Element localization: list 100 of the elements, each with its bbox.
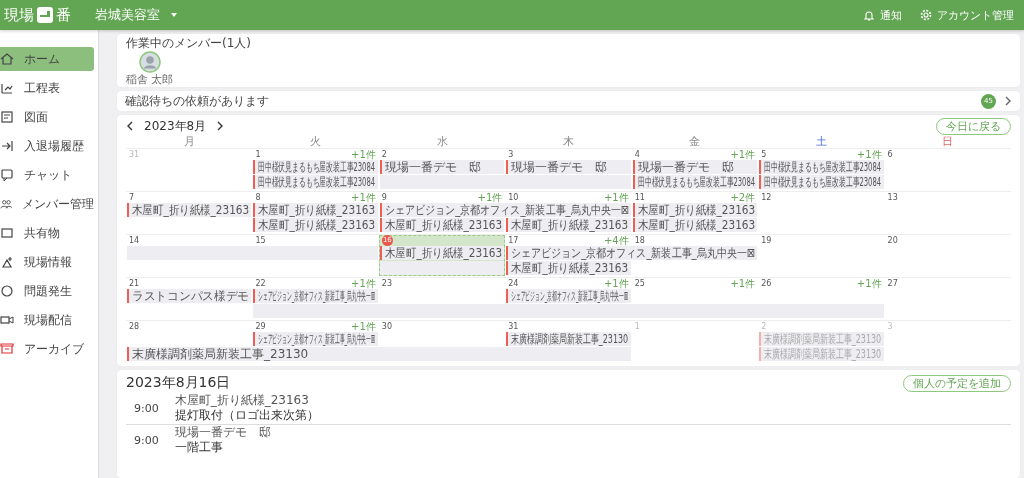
calendar-event[interactable]: 現場一番デモ 邸	[506, 160, 631, 174]
sidebar-item[interactable]: ホーム	[0, 47, 94, 71]
calendar-event[interactable]: シェアビジョン_京都オフィス_新装工事_烏丸中央一⊠	[379, 203, 631, 217]
calendar-event[interactable]: 木屋町_折り紙様_23163	[506, 261, 631, 275]
calendar-event[interactable]: 木屋町_折り紙様_23163	[127, 203, 252, 217]
day-number[interactable]: 14	[129, 235, 140, 246]
day-number[interactable]: 1	[255, 149, 261, 160]
schedule-site: 現場一番デモ 邸	[174, 425, 271, 440]
day-number[interactable]: 31	[508, 321, 519, 332]
video-icon	[0, 313, 14, 327]
day-number[interactable]: 30	[381, 321, 393, 332]
day-number[interactable]: 3	[508, 149, 514, 160]
day-number[interactable]: 24	[508, 278, 519, 289]
sidebar-item[interactable]: チャット	[0, 163, 94, 187]
day-number[interactable]: 7	[129, 192, 135, 203]
sidebar-item[interactable]: 現場配信	[0, 308, 94, 332]
schedule-title: 一階工事	[174, 440, 224, 455]
day-number[interactable]: 17	[508, 235, 519, 246]
calendar-event[interactable]: シェアビジョン_京都オフィス_新装工事_烏丸中央一⊠	[253, 332, 378, 346]
logo-icon	[37, 7, 53, 23]
month-label: 2023年8月	[144, 117, 207, 135]
day-number[interactable]: 25	[634, 278, 645, 289]
bell-icon	[863, 9, 875, 21]
day-number[interactable]: 12	[761, 192, 772, 203]
calendar-event[interactable]: 田中様伏見まるもち屋改装工事23084	[759, 175, 884, 189]
weekday-label: 土	[815, 135, 827, 148]
day-number[interactable]: 27	[887, 278, 898, 289]
calendar-event[interactable]: ラストコンパス様デモ	[127, 289, 252, 303]
sidebar-item[interactable]: 問題発生	[0, 279, 94, 303]
calendar-event[interactable]: シェアビジョン_京都オフィス_新装工事_烏丸中央一⊠	[506, 289, 631, 303]
schedule-title: 提灯取付（ロゴ出来次第）	[174, 408, 319, 423]
weekday-label: 木	[563, 135, 574, 148]
sidebar-item[interactable]: アーカイブ	[0, 337, 94, 361]
folder-icon	[0, 226, 14, 240]
calendar-event[interactable]: 田中様伏見まるもち屋改装工事23084	[632, 175, 758, 189]
caret-down-icon	[170, 11, 178, 19]
schedule-site: 木屋町_折り紙様_23163	[174, 393, 310, 408]
calendar-event[interactable]: 木屋町_折り紙様_23163	[379, 246, 505, 260]
day-number[interactable]: 20	[887, 235, 898, 246]
site-icon	[0, 255, 14, 269]
day-number[interactable]: 19	[761, 235, 772, 246]
calendar-event[interactable]: 木屋町_折り紙様_23163	[379, 218, 505, 232]
calendar-event[interactable]: 田中様伏見まるもち屋改装工事23084	[253, 175, 378, 189]
day-number[interactable]: 6	[887, 149, 893, 160]
logo-text: 番	[56, 5, 71, 25]
logo-text: 現場	[4, 5, 34, 25]
calendar-event[interactable]: 田中様伏見まるもち屋改装工事23084	[253, 160, 378, 174]
day-number[interactable]: 8	[255, 192, 261, 203]
day-number[interactable]: 4	[634, 149, 640, 160]
sidebar-item[interactable]: 共有物	[0, 221, 94, 245]
day-number[interactable]: 15	[255, 235, 266, 246]
sidebar-item[interactable]: 工程表	[0, 76, 94, 100]
chat-icon	[0, 168, 14, 182]
day-number[interactable]: 9	[381, 192, 387, 203]
day-number[interactable]: 26	[761, 278, 772, 289]
avatar-icon	[138, 51, 161, 73]
day-number[interactable]: 5	[761, 149, 767, 160]
day-number[interactable]: 28	[129, 321, 140, 332]
calendar-event[interactable]: 木屋町_折り紙様_23163	[253, 218, 378, 232]
day-number[interactable]: 18	[634, 235, 645, 246]
day-number[interactable]: 11	[634, 192, 645, 203]
calendar-event[interactable]: 木屋町_折り紙様_23163	[632, 203, 758, 217]
schedule-time: 9:00	[134, 433, 159, 447]
calendar-event[interactable]: 木屋町_折り紙様_23163	[253, 203, 378, 217]
alert-icon	[0, 284, 14, 298]
day-number[interactable]: 21	[129, 278, 140, 289]
next-month-button[interactable]	[216, 121, 225, 131]
previous-month-button[interactable]	[126, 121, 134, 131]
chart-icon	[0, 81, 14, 95]
member-name: 稲舎 太郎	[126, 73, 174, 86]
weekday-label: 日	[942, 135, 954, 148]
chevron-right-icon	[1004, 96, 1012, 106]
calendar-event[interactable]: 末廣様調剤薬局新装工事_23130	[127, 347, 631, 361]
settings-icon	[920, 9, 932, 21]
weekday-label: 金	[689, 135, 701, 148]
home-icon	[0, 52, 14, 66]
schedule-time: 9:00	[134, 401, 159, 415]
sidebar-item[interactable]: メンバー管理	[0, 192, 94, 216]
calendar-event[interactable]: 現場一番デモ 邸	[632, 160, 758, 174]
day-number[interactable]: 2	[381, 149, 387, 160]
day-number[interactable]: 22	[255, 278, 266, 289]
calendar-event[interactable]: 末廣様調剤薬局新装工事_23130	[506, 332, 631, 346]
calendar-event[interactable]: 木屋町_折り紙様_23163	[506, 218, 631, 232]
sidebar-item[interactable]: 入退場履歴	[0, 134, 94, 158]
calendar-event[interactable]: 木屋町_折り紙様_23163	[632, 218, 758, 232]
sidebar-item[interactable]: 現場情報	[0, 250, 94, 274]
calendar-event[interactable]: 現場一番デモ 邸	[379, 160, 505, 174]
document-icon	[0, 110, 14, 124]
day-number[interactable]: 10	[508, 192, 519, 203]
weekday-label: 月	[183, 135, 195, 148]
day-number[interactable]: 13	[887, 192, 898, 203]
archive-icon	[0, 342, 14, 356]
calendar-event[interactable]: 田中様伏見まるもち屋改装工事23084	[759, 160, 884, 174]
members-title: 作業中のメンバー(1人)	[126, 36, 252, 50]
day-number[interactable]: 29	[255, 321, 266, 332]
calendar-event[interactable]: シェアビジョン_京都オフィス_新装工事_烏丸中央一⊠	[253, 289, 378, 303]
calendar-event[interactable]: シェアビジョン_京都オフィス_新装工事_烏丸中央一⊠	[506, 246, 758, 260]
weekday-label: 水	[436, 135, 448, 148]
sidebar-item[interactable]: 図面	[0, 105, 94, 129]
day-number[interactable]: 23	[381, 278, 393, 289]
